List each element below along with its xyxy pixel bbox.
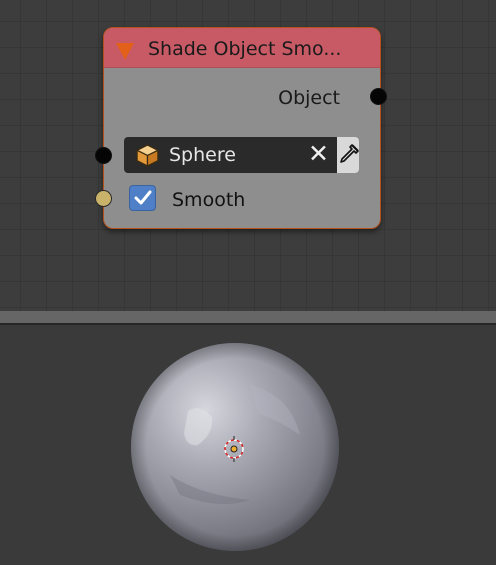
object-origin <box>230 445 238 453</box>
object-input-socket[interactable] <box>95 147 112 164</box>
node-editor[interactable]: Shade Object Smo... Object Sphere ✕ Smoo… <box>0 0 496 311</box>
smooth-label: Smooth <box>172 189 246 211</box>
node-title: Shade Object Smo... <box>148 38 342 60</box>
chevron-down-icon[interactable] <box>116 43 134 60</box>
area-splitter[interactable] <box>0 311 496 325</box>
eyedropper-icon <box>340 144 359 163</box>
object-field[interactable]: Sphere ✕ <box>124 137 337 173</box>
3d-viewport[interactable] <box>0 325 496 565</box>
checkmark-icon <box>134 190 152 205</box>
output-socket-label: Object <box>278 87 340 109</box>
node-header[interactable]: Shade Object Smo... <box>104 28 380 68</box>
cube-icon <box>136 144 159 167</box>
object-output-socket[interactable] <box>370 88 387 105</box>
shade-object-smooth-node[interactable]: Shade Object Smo... Object Sphere ✕ Smoo… <box>95 27 387 229</box>
eyedropper-button[interactable] <box>337 137 359 173</box>
object-field-value: Sphere <box>169 144 236 166</box>
smooth-input-socket[interactable] <box>95 190 112 207</box>
close-icon[interactable]: ✕ <box>308 141 329 167</box>
smooth-checkbox[interactable] <box>129 185 156 211</box>
